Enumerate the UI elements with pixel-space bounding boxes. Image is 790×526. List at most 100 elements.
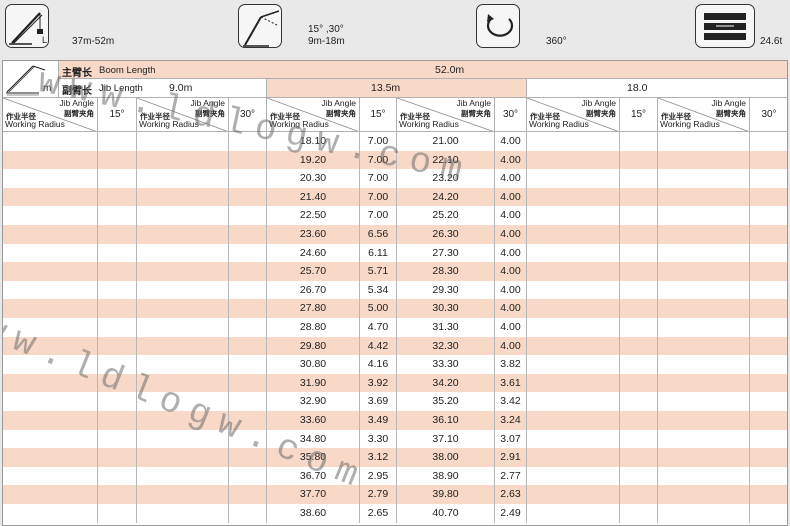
load-cell: 6.11	[360, 243, 397, 263]
empty-cell	[527, 429, 620, 449]
table-row: 18.10 7.00 21.00 4.00	[3, 132, 787, 151]
empty-cell	[98, 429, 137, 449]
empty-cell	[750, 281, 787, 300]
radius-cell: 25.70	[267, 262, 360, 281]
load-cell: 7.00	[360, 132, 397, 151]
empty-cell	[658, 132, 750, 151]
empty-cell	[620, 392, 658, 411]
empty-cell	[3, 429, 98, 449]
empty-cell	[620, 169, 658, 188]
empty-cell	[3, 504, 98, 523]
empty-cell	[98, 187, 137, 207]
empty-cell	[658, 355, 750, 374]
empty-cell	[229, 132, 267, 151]
radius-cell: 22.10	[397, 150, 495, 170]
spec-icon-bar: L 37m-52m 15° ,30° 9m-18m 360° 24.6t	[0, 0, 790, 58]
empty-cell	[3, 206, 98, 225]
empty-cell	[658, 280, 750, 300]
jib-angle-cn: 副臂夹角	[64, 109, 94, 118]
empty-cell	[527, 485, 620, 504]
unit-label: m	[43, 83, 52, 94]
load-cell: 4.00	[495, 187, 527, 207]
empty-cell	[750, 430, 787, 449]
empty-cell	[527, 336, 620, 356]
radius-cell: 21.40	[267, 187, 360, 207]
empty-cell	[3, 411, 98, 430]
radius-cell: 30.30	[397, 299, 495, 318]
empty-cell	[658, 150, 750, 170]
empty-cell	[137, 336, 229, 356]
radius-cell: 38.60	[267, 504, 360, 523]
load-cell: 7.00	[360, 187, 397, 207]
empty-cell	[527, 466, 620, 486]
empty-cell	[98, 355, 137, 374]
empty-cell	[620, 466, 658, 486]
jib-angle-value: 15°	[370, 109, 386, 120]
load-cell: 6.56	[360, 225, 397, 244]
empty-cell	[750, 132, 787, 151]
jib-angle-radius-header: Jib Angle 副臂夹角 作业半径 Working Radius	[3, 98, 98, 132]
empty-cell	[658, 243, 750, 263]
empty-cell	[229, 448, 267, 467]
jib-length-label-cell: 副臂长 Jib Length 9.0m	[59, 79, 267, 98]
table-row: 26.70 5.34 29.30 4.00	[3, 280, 787, 300]
empty-cell	[750, 467, 787, 486]
empty-cell	[3, 280, 98, 300]
load-cell: 4.00	[495, 206, 527, 225]
empty-cell	[620, 299, 658, 318]
jib-angle-radius-header: Jib Angle 副臂夹角 作业半径 Working Radius	[397, 98, 495, 132]
empty-cell	[137, 280, 229, 300]
empty-cell	[3, 355, 98, 374]
empty-cell	[98, 504, 137, 523]
empty-cell	[750, 188, 787, 207]
radius-cell: 40.70	[397, 504, 495, 523]
load-cell: 4.00	[495, 299, 527, 318]
radius-cell: 31.30	[397, 318, 495, 337]
jib-angle-cn: 副臂夹角	[326, 109, 356, 118]
empty-cell	[527, 150, 620, 170]
empty-cell	[620, 485, 658, 504]
counterweight-icon	[695, 4, 755, 48]
empty-cell	[229, 485, 267, 504]
load-cell: 4.70	[360, 318, 397, 337]
jib-length-1: 9.0m	[169, 82, 193, 94]
empty-cell	[620, 336, 658, 356]
boom-crane-icon: L	[5, 4, 49, 48]
radius-cell: 18.10	[267, 132, 360, 151]
empty-cell	[137, 169, 229, 188]
empty-cell	[658, 466, 750, 486]
table-row: 37.70 2.79 39.80 2.63	[3, 485, 787, 504]
empty-cell	[229, 504, 267, 523]
empty-cell	[527, 132, 620, 151]
empty-cell	[137, 355, 229, 374]
empty-cell	[229, 206, 267, 225]
empty-cell	[3, 187, 98, 207]
table-row: 31.90 3.92 34.20 3.61	[3, 373, 787, 393]
empty-cell	[137, 411, 229, 430]
table-row: 38.60 2.65 40.70 2.49	[3, 504, 787, 523]
load-cell: 3.24	[495, 411, 527, 430]
jib-length-3-cell: 18.0	[527, 79, 787, 98]
load-cell: 3.92	[360, 373, 397, 393]
empty-cell	[229, 280, 267, 300]
empty-cell	[98, 225, 137, 244]
empty-cell	[527, 448, 620, 467]
radius-cell: 34.20	[397, 373, 495, 393]
load-cell: 4.00	[495, 262, 527, 281]
empty-cell	[750, 206, 787, 225]
empty-cell	[750, 169, 787, 188]
load-cell: 4.00	[495, 132, 527, 151]
empty-cell	[658, 392, 750, 411]
empty-cell	[658, 206, 750, 225]
empty-cell	[3, 392, 98, 411]
jib-angle-radius-header: Jib Angle 副臂夹角 作业半径 Working Radius	[527, 98, 620, 132]
jib-angle-header: 15°	[98, 98, 137, 132]
empty-cell	[3, 373, 98, 393]
load-cell: 4.00	[495, 169, 527, 188]
empty-cell	[229, 392, 267, 411]
empty-cell	[750, 355, 787, 374]
empty-cell	[98, 373, 137, 393]
empty-cell	[229, 411, 267, 430]
jib-angle-cn: 副臂夹角	[461, 109, 491, 118]
empty-cell	[620, 429, 658, 449]
